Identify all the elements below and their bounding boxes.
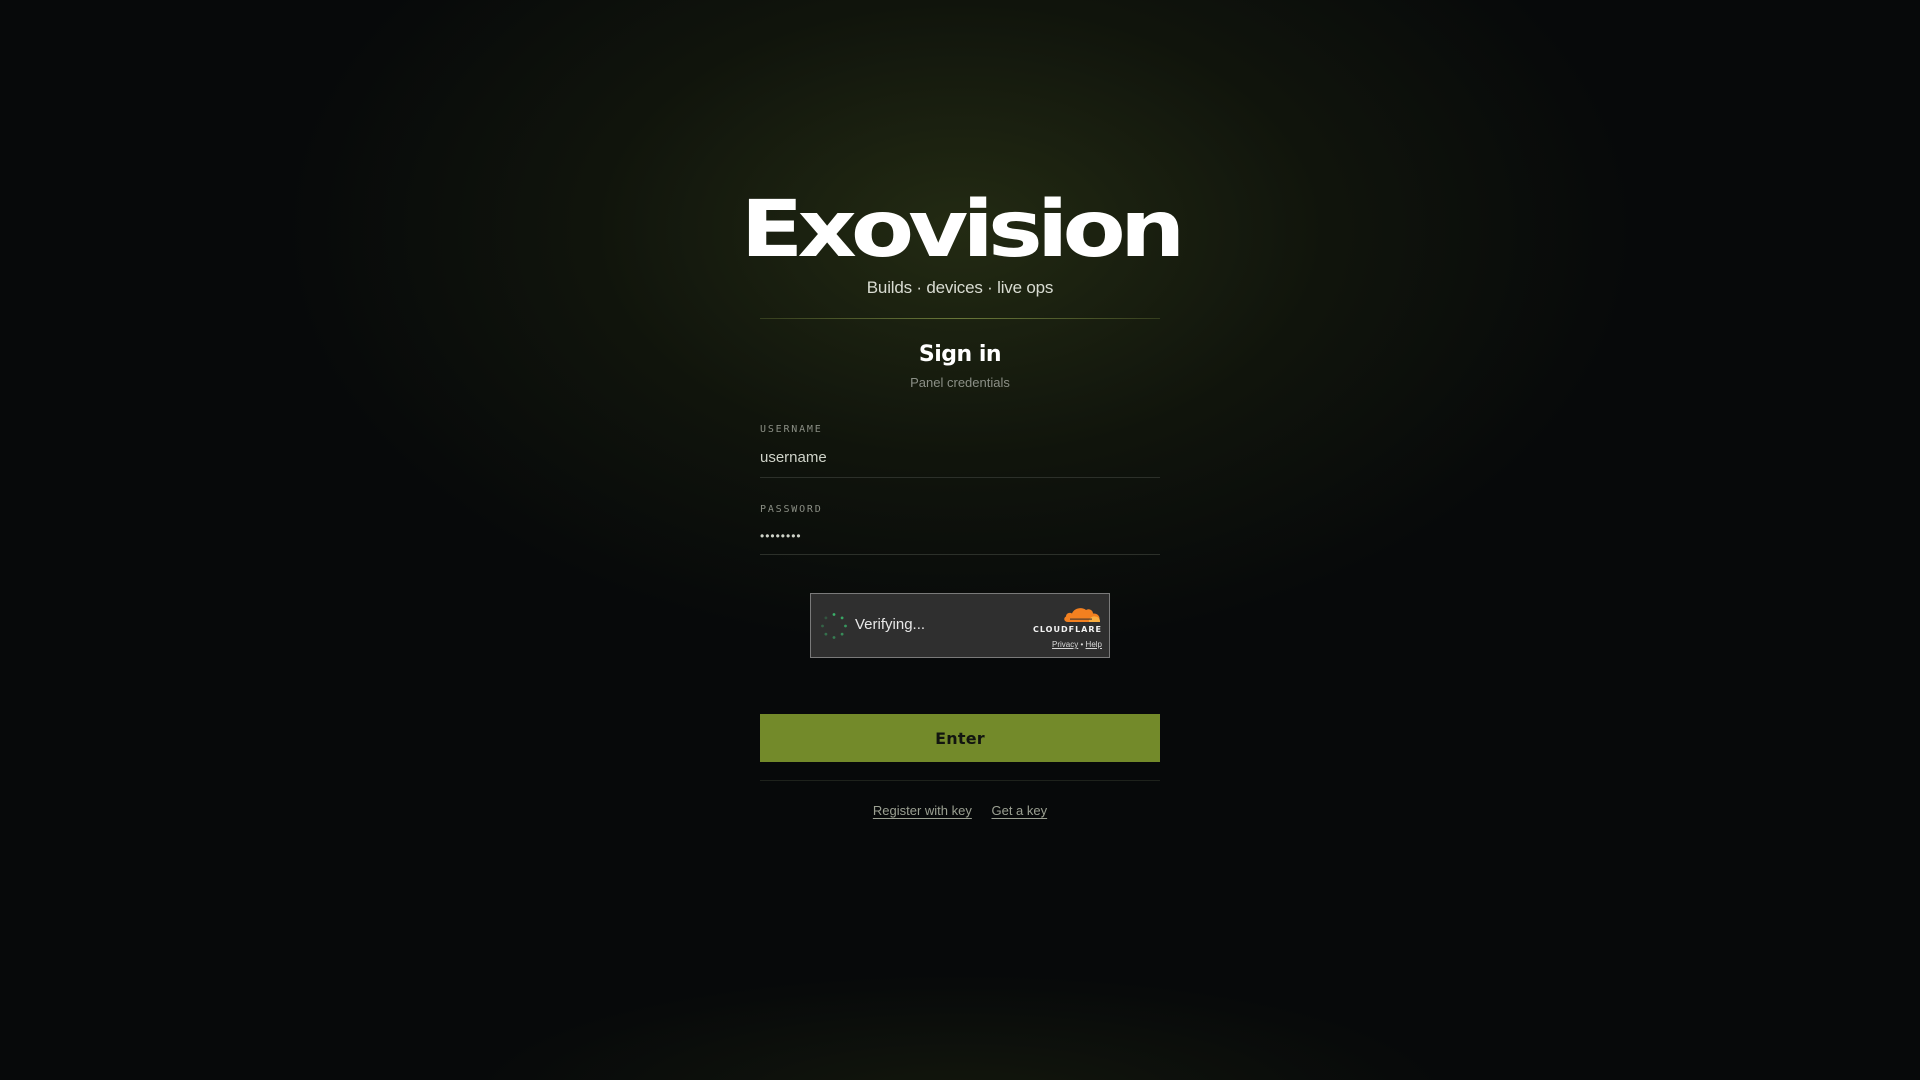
cloudflare-branding: CLOUDFLARE Privacy • Help: [1022, 605, 1102, 649]
footer-links: Register with key Get a key: [760, 803, 1160, 818]
enter-button[interactable]: Enter: [760, 714, 1160, 762]
get-a-key-link[interactable]: Get a key: [991, 803, 1047, 818]
header-divider: [760, 318, 1160, 319]
cloudflare-turnstile-widget[interactable]: Verifying... CLOUDFLARE Privacy • Help: [810, 593, 1110, 658]
page-title: Sign in: [918, 342, 1002, 367]
password-field-group: PASSWORD: [760, 504, 1160, 555]
captcha-links: Privacy • Help: [1022, 640, 1102, 649]
register-with-key-link[interactable]: Register with key: [873, 803, 972, 818]
loading-spinner-icon: [821, 613, 847, 639]
cloudflare-cloud-icon: [1064, 608, 1100, 622]
help-link[interactable]: Help: [1086, 640, 1102, 649]
captcha-status: Verifying...: [855, 616, 926, 633]
page-subtitle: Panel credentials: [910, 375, 1010, 390]
privacy-link[interactable]: Privacy: [1052, 640, 1078, 649]
password-input[interactable]: [760, 529, 1160, 555]
cloudflare-wordmark: CLOUDFLARE: [1033, 625, 1102, 634]
captcha-link-separator: •: [1080, 640, 1084, 649]
footer-divider: [760, 780, 1160, 781]
username-field-group: USERNAME: [760, 424, 1160, 478]
username-label: USERNAME: [760, 424, 823, 435]
brand-tagline: Builds · devices · live ops: [866, 278, 1054, 297]
username-input[interactable]: [760, 449, 1160, 478]
login-panel: Exovision Builds · devices · live ops Si…: [740, 190, 1185, 818]
password-label: PASSWORD: [760, 504, 823, 515]
brand-logo: Exovision: [740, 185, 1185, 275]
